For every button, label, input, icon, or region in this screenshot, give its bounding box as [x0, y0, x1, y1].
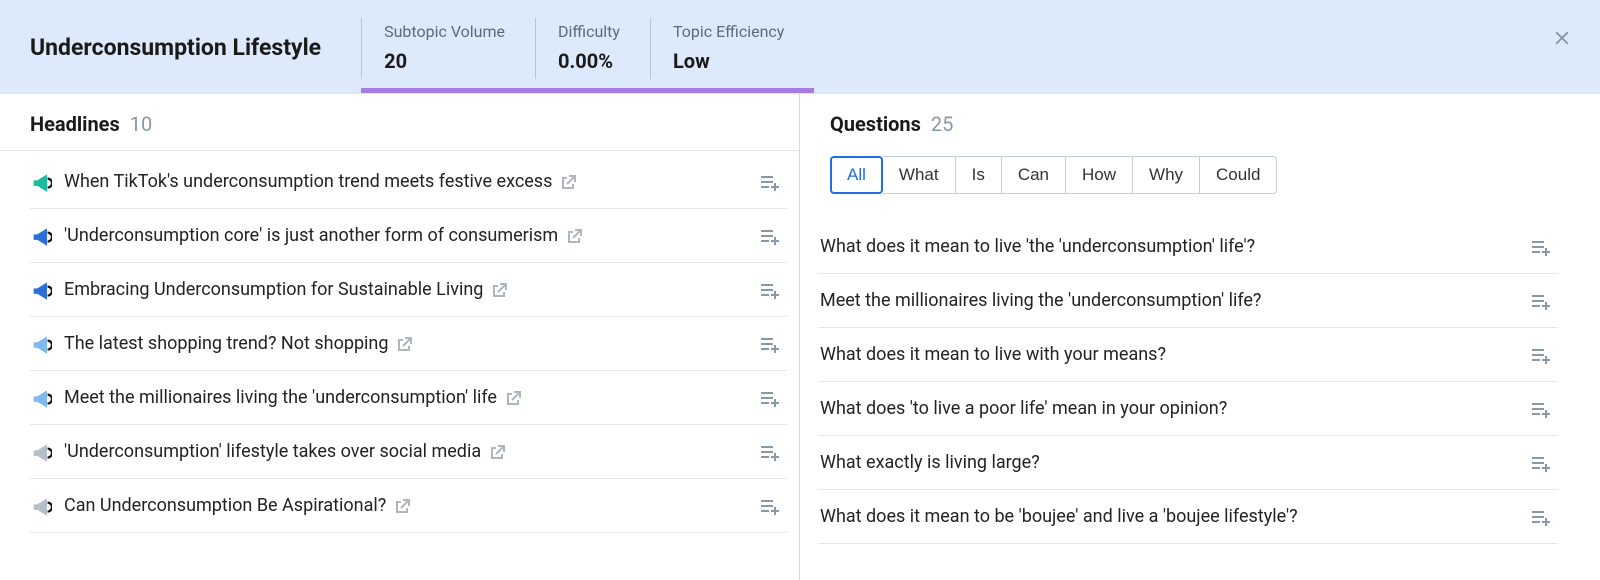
- question-text: Meet the millionaires living the 'underc…: [820, 290, 1518, 311]
- panel-body: Headlines 10 When TikTok's underconsumpt…: [0, 94, 1600, 580]
- add-to-list-button[interactable]: [1530, 507, 1552, 527]
- question-text: What does it mean to live 'the 'undercon…: [820, 236, 1518, 257]
- question-text: What exactly is living large?: [820, 452, 1518, 473]
- headline-text: Can Underconsumption Be Aspirational?: [64, 495, 747, 516]
- headline-text: The latest shopping trend? Not shopping: [64, 333, 747, 354]
- headline-text: 'Underconsumption core' is just another …: [64, 225, 747, 246]
- question-row: What does it mean to live 'the 'undercon…: [818, 216, 1558, 274]
- external-link-button[interactable]: [560, 173, 578, 191]
- megaphone-icon: [32, 334, 52, 354]
- megaphone-icon: [32, 496, 52, 516]
- add-to-list-button[interactable]: [1530, 237, 1552, 257]
- headlines-list[interactable]: When TikTok's underconsumption trend mee…: [0, 151, 799, 580]
- headline-text-label: Can Underconsumption Be Aspirational?: [64, 495, 386, 516]
- headline-text-label: Embracing Underconsumption for Sustainab…: [64, 279, 483, 300]
- external-link-button[interactable]: [505, 389, 523, 407]
- add-to-list-button[interactable]: [1530, 453, 1552, 473]
- external-link-button[interactable]: [396, 335, 414, 353]
- headline-row: When TikTok's underconsumption trend mee…: [30, 151, 787, 209]
- megaphone-icon: [32, 280, 52, 300]
- filter-could[interactable]: Could: [1200, 156, 1277, 194]
- megaphone-icon: [32, 442, 52, 462]
- question-text: What does it mean to be 'boujee' and liv…: [820, 506, 1518, 527]
- add-to-list-button[interactable]: [759, 280, 781, 300]
- questions-list[interactable]: What does it mean to live 'the 'undercon…: [800, 216, 1590, 580]
- headline-text: Embracing Underconsumption for Sustainab…: [64, 279, 747, 300]
- questions-title: Questions: [830, 112, 921, 136]
- add-to-list-button[interactable]: [759, 388, 781, 408]
- headline-row: Can Underconsumption Be Aspirational?: [30, 479, 787, 533]
- topic-detail-panel: Underconsumption Lifestyle Subtopic Volu…: [0, 0, 1600, 580]
- headlines-count: 10: [130, 112, 152, 136]
- external-link-button[interactable]: [394, 497, 412, 515]
- question-text: What does 'to live a poor life' mean in …: [820, 398, 1518, 419]
- headline-text-label: Meet the millionaires living the 'underc…: [64, 387, 497, 408]
- filter-what[interactable]: What: [883, 156, 956, 194]
- add-to-list-button[interactable]: [1530, 291, 1552, 311]
- headline-row: Embracing Underconsumption for Sustainab…: [30, 263, 787, 317]
- megaphone-icon: [32, 388, 52, 408]
- headline-row: The latest shopping trend? Not shopping: [30, 317, 787, 371]
- filter-how[interactable]: How: [1066, 156, 1133, 194]
- add-to-list-button[interactable]: [759, 172, 781, 192]
- filter-all[interactable]: All: [830, 156, 883, 194]
- metric-label: Subtopic Volume: [384, 22, 505, 41]
- add-to-list-button[interactable]: [759, 226, 781, 246]
- filter-why[interactable]: Why: [1133, 156, 1200, 194]
- close-icon: [1552, 33, 1572, 52]
- question-filters: AllWhatIsCanHowWhyCould: [830, 136, 1570, 202]
- add-to-list-button[interactable]: [759, 334, 781, 354]
- questions-column: Questions 25 AllWhatIsCanHowWhyCould Wha…: [800, 94, 1600, 580]
- topic-header: Underconsumption Lifestyle Subtopic Volu…: [0, 0, 1600, 94]
- headline-text: When TikTok's underconsumption trend mee…: [64, 171, 747, 192]
- headline-text-label: When TikTok's underconsumption trend mee…: [64, 171, 552, 192]
- headline-text: 'Underconsumption' lifestyle takes over …: [64, 441, 747, 462]
- filter-is[interactable]: Is: [956, 156, 1002, 194]
- external-link-button[interactable]: [489, 443, 507, 461]
- external-link-button[interactable]: [491, 281, 509, 299]
- question-text: What does it mean to live with your mean…: [820, 344, 1518, 365]
- question-row: What does it mean to be 'boujee' and liv…: [818, 490, 1558, 544]
- megaphone-icon: [32, 226, 52, 246]
- questions-count: 25: [931, 112, 953, 136]
- topic-metrics: Subtopic Volume 20 Difficulty 0.00% Topi…: [361, 18, 814, 79]
- metric-label: Topic Efficiency: [673, 22, 784, 41]
- headline-row: 'Underconsumption' lifestyle takes over …: [30, 425, 787, 479]
- metric-subtopic-volume: Subtopic Volume 20: [361, 18, 535, 79]
- headlines-header: Headlines 10: [0, 94, 799, 151]
- question-row: What exactly is living large?: [818, 436, 1558, 490]
- headline-row: 'Underconsumption core' is just another …: [30, 209, 787, 263]
- headline-row: Meet the millionaires living the 'underc…: [30, 371, 787, 425]
- close-button[interactable]: [1552, 28, 1572, 48]
- question-row: What does 'to live a poor life' mean in …: [818, 382, 1558, 436]
- topic-title: Underconsumption Lifestyle: [30, 18, 361, 61]
- metric-topic-efficiency: Topic Efficiency Low: [650, 18, 814, 79]
- add-to-list-button[interactable]: [1530, 399, 1552, 419]
- question-row: Meet the millionaires living the 'underc…: [818, 274, 1558, 328]
- headlines-title: Headlines: [30, 112, 120, 136]
- add-to-list-button[interactable]: [759, 442, 781, 462]
- external-link-button[interactable]: [566, 227, 584, 245]
- headline-text: Meet the millionaires living the 'underc…: [64, 387, 747, 408]
- add-to-list-button[interactable]: [759, 496, 781, 516]
- metric-difficulty: Difficulty 0.00%: [535, 18, 650, 79]
- metrics-underline: [361, 88, 814, 93]
- metric-label: Difficulty: [558, 22, 620, 41]
- question-row: What does it mean to live with your mean…: [818, 328, 1558, 382]
- headlines-column: Headlines 10 When TikTok's underconsumpt…: [0, 94, 800, 580]
- metric-value: 0.00%: [558, 49, 620, 73]
- megaphone-icon: [32, 172, 52, 192]
- headline-text-label: 'Underconsumption' lifestyle takes over …: [64, 441, 481, 462]
- metric-value: 20: [384, 49, 505, 73]
- add-to-list-button[interactable]: [1530, 345, 1552, 365]
- headline-text-label: The latest shopping trend? Not shopping: [64, 333, 388, 354]
- metric-value: Low: [673, 49, 784, 73]
- questions-header: Questions 25 AllWhatIsCanHowWhyCould: [800, 94, 1600, 216]
- filter-can[interactable]: Can: [1002, 156, 1066, 194]
- headline-text-label: 'Underconsumption core' is just another …: [64, 225, 558, 246]
